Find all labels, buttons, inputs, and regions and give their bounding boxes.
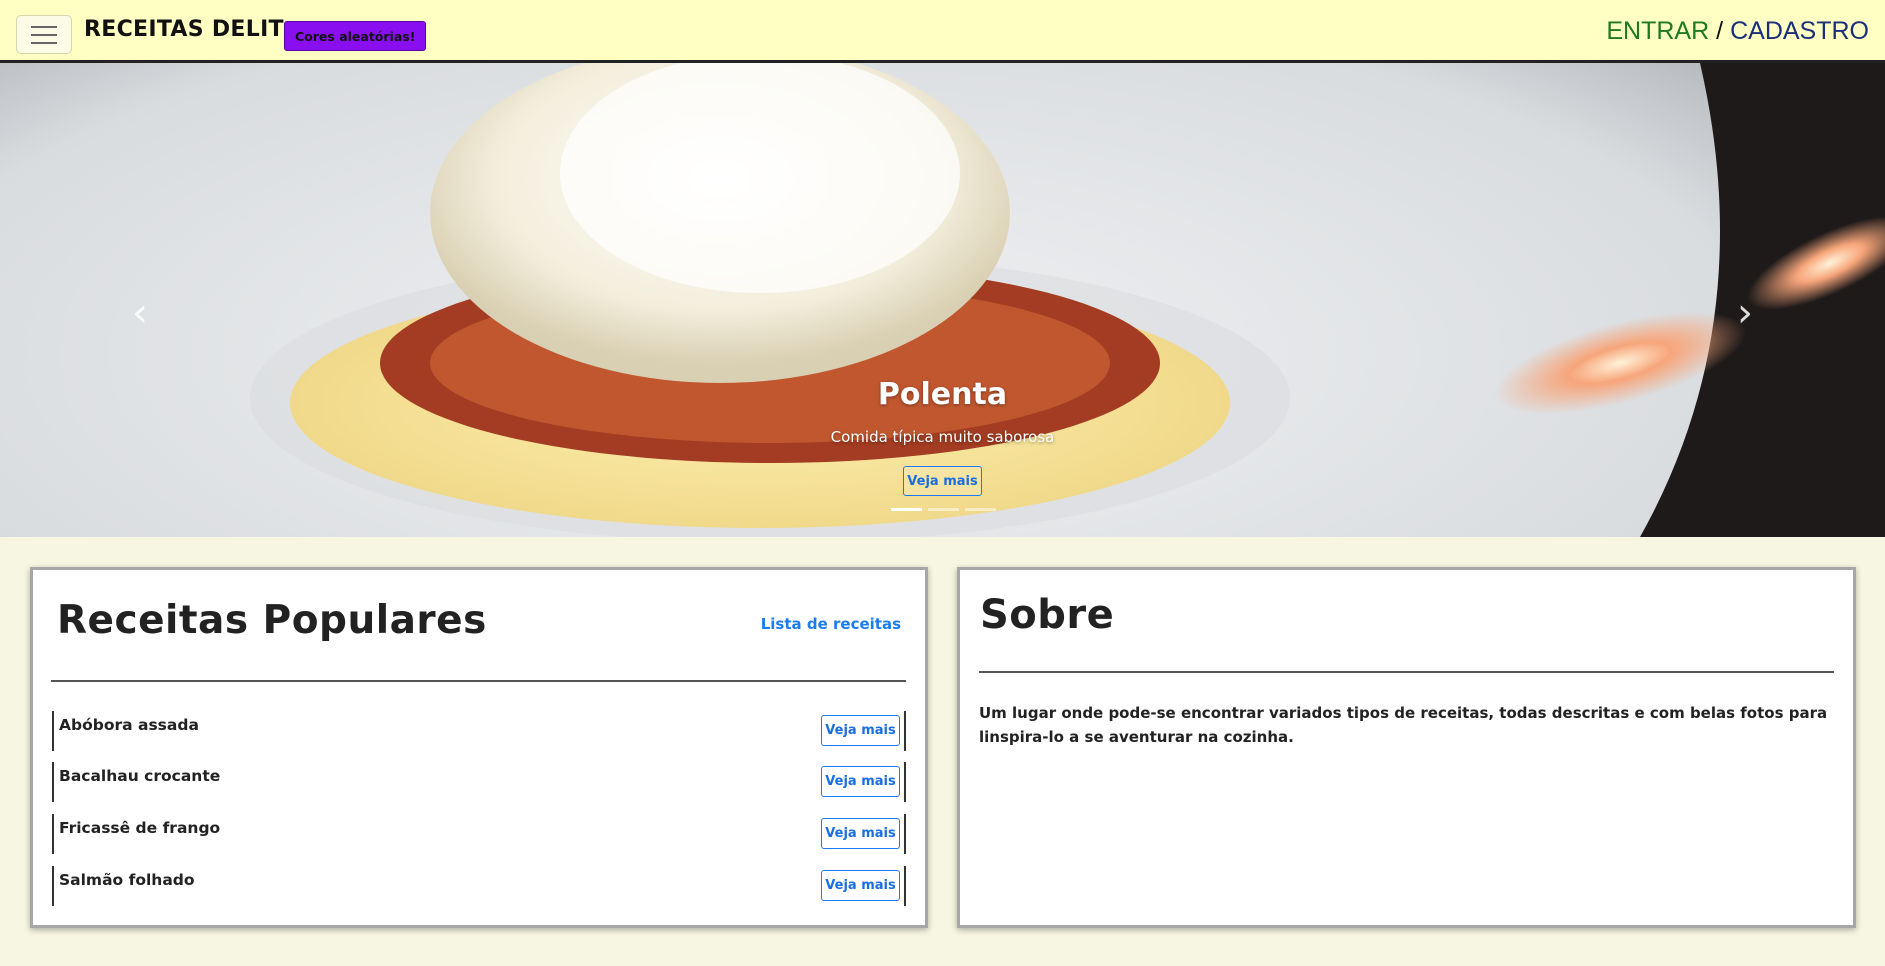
recipe-see-more-button[interactable]: Veja mais [821, 715, 900, 746]
recipe-row: Salmão folhado Veja mais [52, 866, 906, 906]
carousel-next-icon[interactable]: › [1715, 283, 1775, 343]
recipe-name: Abóbora assada [59, 716, 199, 734]
recipe-row: Bacalhau crocante Veja mais [52, 762, 906, 802]
hero-carousel: ‹ › Polenta Comida típica muito saborosa… [0, 63, 1885, 537]
carousel-indicators [891, 508, 996, 511]
random-colors-button[interactable]: Cores aleatórias! [284, 21, 427, 51]
carousel-indicator-2[interactable] [928, 508, 959, 511]
about-card: Sobre Um lugar onde pode-se encontrar va… [957, 567, 1856, 928]
recipe-name: Bacalhau crocante [59, 767, 221, 785]
recipe-name: Fricassê de frango [59, 819, 221, 837]
divider [51, 680, 906, 682]
recipe-row: Abóbora assada Veja mais [52, 711, 906, 751]
recipe-list-link[interactable]: Lista de receitas [761, 615, 901, 633]
carousel-indicator-1[interactable] [891, 508, 922, 511]
popular-recipes-title: Receitas Populares [57, 598, 487, 643]
carousel-subtitle: Comida típica muito saborosa [830, 428, 1055, 446]
recipe-see-more-button[interactable]: Veja mais [821, 870, 900, 901]
carousel-see-more-button[interactable]: Veja mais [903, 466, 982, 496]
about-title: Sobre [980, 592, 1115, 638]
navbar: RECEITAS DELIT Cores aleatórias! ENTRAR … [0, 0, 1885, 63]
divider [979, 671, 1834, 673]
recipe-see-more-button[interactable]: Veja mais [821, 818, 900, 849]
carousel-indicator-3[interactable] [965, 508, 996, 511]
menu-toggle-icon[interactable] [16, 15, 72, 54]
recipe-row: Fricassê de frango Veja mais [52, 814, 906, 854]
auth-separator: / [1716, 17, 1724, 45]
recipe-name: Salmão folhado [59, 871, 195, 889]
login-link[interactable]: ENTRAR [1606, 17, 1709, 46]
recipe-see-more-button[interactable]: Veja mais [821, 766, 900, 797]
carousel-prev-icon[interactable]: ‹ [110, 283, 170, 343]
about-text: Um lugar onde pode-se encontrar variados… [979, 704, 1828, 746]
signup-link[interactable]: CADASTRO [1730, 17, 1869, 46]
brand-title[interactable]: RECEITAS DELIT [84, 17, 284, 42]
popular-recipes-card: Receitas Populares Lista de receitas Abó… [30, 567, 928, 928]
carousel-title: Polenta [877, 377, 1008, 412]
auth-links: ENTRAR / CADASTRO [1606, 17, 1869, 46]
